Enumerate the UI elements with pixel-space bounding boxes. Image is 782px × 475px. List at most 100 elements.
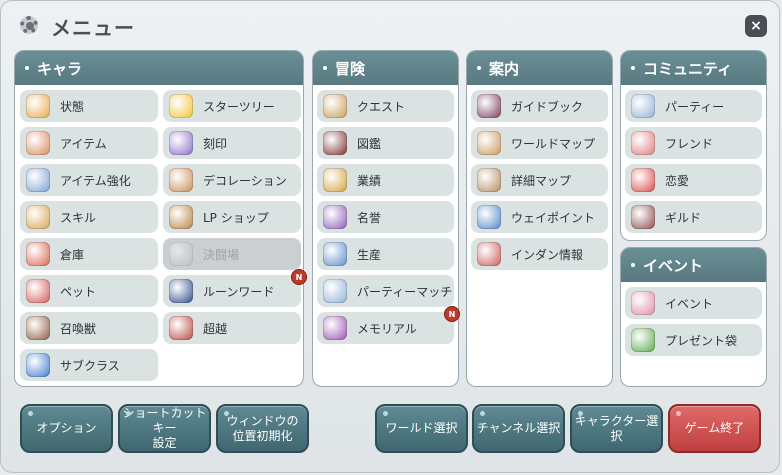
shortcut-label: ショートカットキー 設定 [120, 406, 209, 451]
menu-item-chara[interactable]: LP ショップ [163, 201, 301, 233]
menu-item-label: メモリアル [357, 321, 417, 336]
close-button[interactable]: × [745, 15, 767, 37]
menu-item-guide[interactable]: ワールドマップ [471, 127, 608, 159]
options-label: オプション [36, 421, 97, 435]
menu-item-adventure[interactable]: メモリアル N [317, 306, 460, 344]
menu-item-chara[interactable]: アイテム強化 [20, 164, 158, 196]
world-map-icon [477, 131, 501, 155]
channel-select-button[interactable]: チャンネル選択 [472, 404, 565, 453]
item-bag-icon [26, 131, 50, 155]
shortcut-key-settings-button[interactable]: ショートカットキー 設定 [118, 404, 211, 453]
panel-header: イベント [621, 248, 766, 282]
menu-item-label: デコレーション [203, 173, 287, 188]
menu-item-chara[interactable]: ペット [20, 275, 158, 307]
menu-item-adventure[interactable]: 生産 [317, 238, 454, 270]
menu-item-label: 召喚獣 [60, 321, 97, 336]
panel-header-label: キャラ [37, 59, 83, 78]
menu-item-label: ウェイポイント [511, 210, 596, 225]
menu-item-chara[interactable]: 刻印 [163, 127, 301, 159]
summon-icon [26, 316, 50, 340]
character-select-label: キャラクター選択 [574, 413, 659, 443]
honor-medal-icon [323, 205, 347, 229]
game-exit-button[interactable]: ゲーム終了 [668, 404, 761, 453]
menu-item-label: サブクラス [60, 358, 120, 373]
menu-item-chara[interactable]: スキル [20, 201, 158, 233]
skill-book-icon [26, 205, 50, 229]
menu-item-chara[interactable]: サブクラス [20, 349, 158, 381]
menu-item-label: 刻印 [203, 136, 228, 151]
channel-select-label: チャンネル選択 [476, 421, 561, 435]
menu-item-chara[interactable]: アイテム [20, 127, 158, 159]
menu-item-adventure[interactable]: クエスト [317, 90, 454, 122]
menu-item-guide[interactable]: インダン情報 [471, 238, 608, 270]
menu-item-community[interactable]: パーティー [625, 90, 762, 122]
romance-icon [631, 168, 655, 192]
character-select-button[interactable]: キャラクター選択 [570, 404, 663, 453]
menu-item-label: 名誉 [357, 210, 382, 225]
menu-item-guide[interactable]: 詳細マップ [471, 164, 608, 196]
panel-header: コミュニティ [621, 51, 766, 85]
production-gear-icon [323, 242, 347, 266]
present-bag-icon [631, 328, 655, 352]
menu-item-adventure[interactable]: 図鑑 [317, 127, 454, 159]
menu-item-chara: 決闘場 [163, 238, 301, 270]
menu-item-event[interactable]: プレゼント袋 [625, 324, 762, 356]
menu-item-label: 恋愛 [665, 173, 690, 188]
menu-item-chara[interactable]: 倉庫 [20, 238, 158, 270]
menu-item-chara[interactable]: 状態 [20, 90, 158, 122]
transcend-shield-icon [169, 316, 193, 340]
menu-item-adventure[interactable]: パーティーマッチ [317, 275, 454, 307]
menu-item-adventure[interactable]: 業績 [317, 164, 454, 196]
menu-item-guide[interactable]: ガイドブック [471, 90, 608, 122]
window-reset-label: ウィンドウの 位置初期化 [226, 414, 298, 444]
menu-item-chara[interactable]: 召喚獣 [20, 312, 158, 344]
menu-item-community[interactable]: 恋愛 [625, 164, 762, 196]
detail-map-icon [477, 168, 501, 192]
menu-item-label: イベント [665, 296, 714, 311]
menu-item-label: ガイドブック [511, 99, 584, 114]
panel-header-label: コミュニティ [643, 59, 733, 78]
new-badge: N [444, 306, 460, 322]
panel-header: 冒険 [313, 51, 458, 85]
panel-header: キャラ [15, 51, 303, 85]
window-position-reset-button[interactable]: ウィンドウの 位置初期化 [216, 404, 309, 453]
crossed-swords-icon [169, 242, 193, 266]
friend-icon [631, 131, 655, 155]
menu-item-adventure[interactable]: 名誉 [317, 201, 454, 233]
menu-item-label: 倉庫 [60, 247, 85, 262]
menu-item-event[interactable]: イベント [625, 287, 762, 319]
party-match-icon [323, 279, 347, 303]
game-exit-label: ゲーム終了 [684, 421, 745, 435]
window-title: メニュー [51, 15, 135, 40]
window-reset-line2: 位置初期化 [232, 428, 293, 443]
pet-icon [26, 279, 50, 303]
menu-item-community[interactable]: フレンド [625, 127, 762, 159]
storage-icon [26, 242, 50, 266]
new-badge: N [291, 269, 307, 285]
memorial-icon [323, 316, 347, 340]
menu-item-label: 図鑑 [357, 136, 382, 151]
decoration-icon [169, 168, 193, 192]
menu-item-chara[interactable]: ルーンワード N [163, 269, 307, 307]
panel-header: 案内 [467, 51, 612, 85]
guild-icon [631, 205, 655, 229]
menu-item-label: クエスト [357, 99, 406, 114]
menu-item-chara[interactable]: スターツリー [163, 90, 301, 122]
menu-item-label: 生産 [357, 247, 382, 262]
menu-item-label: アイテム [60, 136, 107, 151]
menu-item-label: ギルド [665, 210, 702, 225]
menu-item-chara[interactable]: 超越 [163, 312, 301, 344]
menu-item-label: ワールドマップ [511, 136, 596, 151]
menu-item-community[interactable]: ギルド [625, 201, 762, 233]
menu-item-label: アイテム強化 [60, 173, 131, 188]
enhance-hammer-icon [26, 168, 50, 192]
quest-scroll-icon [323, 94, 347, 118]
menu-item-guide[interactable]: ウェイポイント [471, 201, 608, 233]
menu-item-chara[interactable]: デコレーション [163, 164, 301, 196]
menu-item-label: 業績 [357, 173, 382, 188]
panel-header-label: 案内 [489, 59, 520, 78]
menu-item-label: スターツリー [203, 99, 275, 114]
options-button[interactable]: オプション [20, 404, 113, 453]
world-select-button[interactable]: ワールド選択 [375, 404, 468, 453]
menu-item-label: ルーンワード [203, 284, 275, 299]
